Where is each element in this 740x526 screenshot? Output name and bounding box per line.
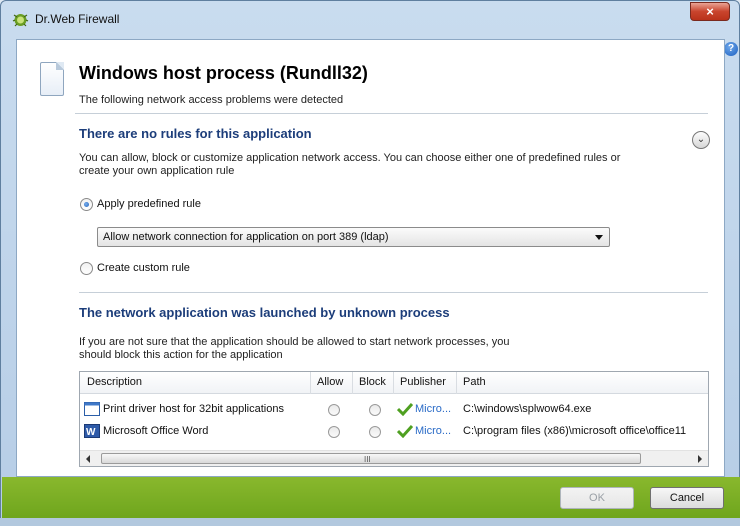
unknown-process-text-line1: If you are not sure that the application…: [79, 336, 510, 348]
page-subtitle: The following network access problems we…: [79, 94, 344, 106]
row-publisher[interactable]: Micro...: [415, 425, 451, 437]
column-description[interactable]: Description: [87, 376, 142, 388]
dialog-content: Windows host process (Rundll32) The foll…: [16, 39, 725, 477]
help-icon[interactable]: ?: [724, 42, 738, 56]
divider: [75, 113, 708, 114]
window-bottom-edge: [0, 518, 740, 526]
create-custom-radio[interactable]: [80, 262, 93, 275]
button-bar: OK Cancel: [2, 477, 740, 519]
table-row[interactable]: W Microsoft Office Word Micro... C:\prog…: [80, 421, 708, 442]
cancel-button[interactable]: Cancel: [650, 487, 724, 509]
drweb-spider-icon: [12, 14, 29, 27]
row-description: Print driver host for 32bit applications: [103, 403, 284, 415]
dropdown-arrow-icon: [595, 235, 603, 240]
column-block[interactable]: Block: [359, 376, 386, 388]
scrollbar-thumb[interactable]: III: [101, 453, 641, 464]
page-title: Windows host process (Rundll32): [79, 63, 368, 83]
create-custom-label[interactable]: Create custom rule: [97, 262, 190, 274]
column-publisher[interactable]: Publisher: [400, 376, 446, 388]
firewall-dialog: Dr.Web Firewall × ? Windows host process…: [0, 0, 740, 526]
scroll-left-icon[interactable]: [86, 455, 90, 463]
unknown-process-heading: The network application was launched by …: [79, 305, 450, 320]
allow-radio[interactable]: [328, 426, 340, 438]
row-path: C:\program files (x86)\microsoft office\…: [463, 425, 687, 437]
app-window-icon: [84, 402, 100, 416]
apply-predefined-radio[interactable]: [80, 198, 93, 211]
row-description: Microsoft Office Word: [103, 425, 209, 437]
table-header: Description Allow Block Publisher Path: [80, 372, 708, 394]
block-radio[interactable]: [369, 426, 381, 438]
block-radio[interactable]: [369, 404, 381, 416]
word-icon: W: [84, 424, 100, 438]
no-rules-text-line1: You can allow, block or customize applic…: [79, 152, 621, 164]
ok-button[interactable]: OK: [560, 487, 634, 509]
no-rules-text-line2: create your own application rule: [79, 165, 235, 177]
no-rules-heading: There are no rules for this application: [79, 126, 312, 141]
divider: [79, 292, 708, 293]
predefined-rule-select[interactable]: Allow network connection for application…: [97, 227, 610, 247]
column-path[interactable]: Path: [463, 376, 486, 388]
column-separator: [310, 372, 311, 394]
table-row[interactable]: Print driver host for 32bit applications…: [80, 399, 708, 420]
column-separator: [352, 372, 353, 394]
predefined-rule-value: Allow network connection for application…: [103, 231, 389, 243]
document-icon: [40, 62, 64, 96]
column-allow[interactable]: Allow: [317, 376, 343, 388]
svg-text:W: W: [86, 427, 96, 438]
unknown-process-text-line2: should block this action for the applica…: [79, 349, 283, 361]
process-table: Description Allow Block Publisher Path P…: [79, 371, 709, 467]
window-title: Dr.Web Firewall: [35, 12, 120, 26]
row-path: C:\windows\splwow64.exe: [463, 403, 592, 415]
scroll-grip: III: [364, 455, 371, 464]
scroll-right-icon[interactable]: [698, 455, 702, 463]
chevron-down-icon[interactable]: ⌄: [692, 131, 710, 149]
apply-predefined-label[interactable]: Apply predefined rule: [97, 198, 201, 210]
row-publisher[interactable]: Micro...: [415, 403, 451, 415]
verified-check-icon: [397, 402, 413, 416]
column-separator: [456, 372, 457, 394]
horizontal-scrollbar[interactable]: III: [80, 450, 708, 466]
column-separator: [393, 372, 394, 394]
title-bar: Dr.Web Firewall ×: [1, 1, 739, 39]
allow-radio[interactable]: [328, 404, 340, 416]
close-button[interactable]: ×: [690, 2, 730, 21]
verified-check-icon: [397, 424, 413, 438]
